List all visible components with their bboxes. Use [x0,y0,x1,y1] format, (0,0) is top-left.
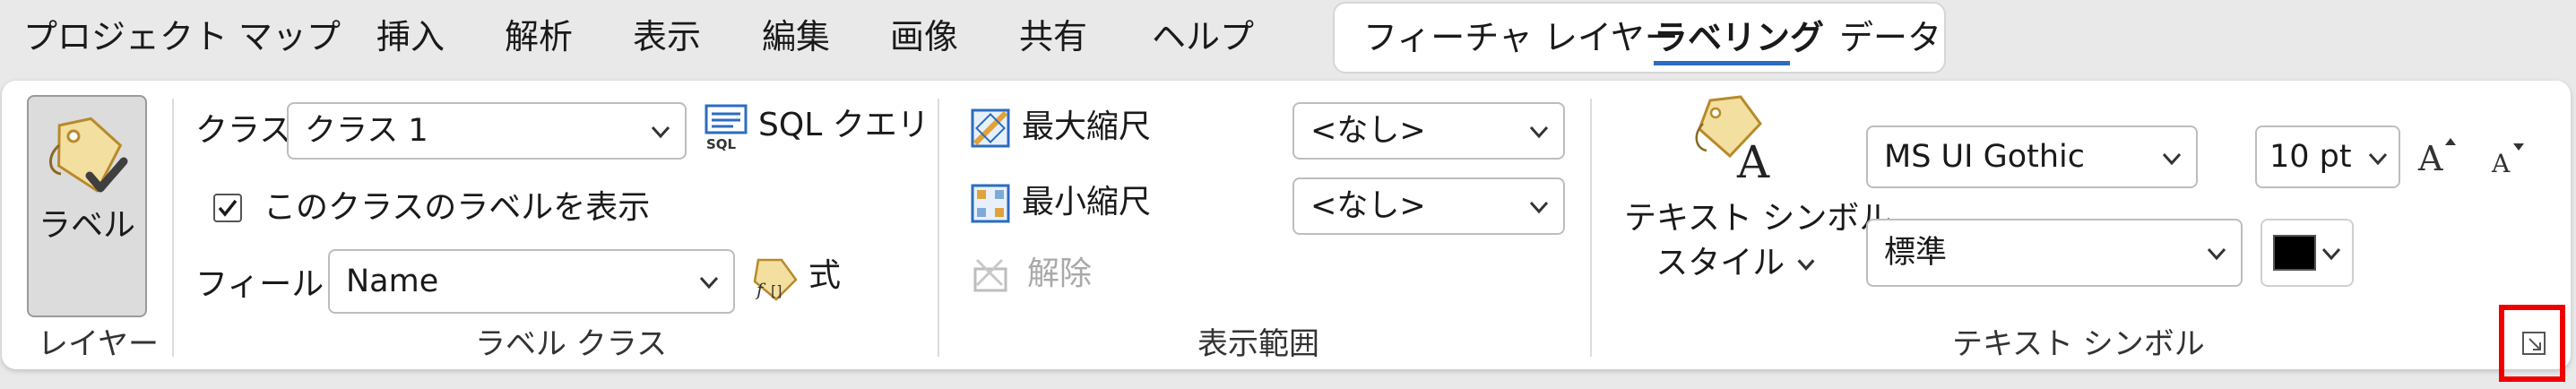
expression-text: 式 [808,257,842,294]
text-symbol-style-line2-wrap: スタイル [1624,242,1848,285]
text-symbol-style-line2: スタイル [1655,245,1785,281]
increase-font-size-icon[interactable]: A [2416,133,2459,176]
field-dropdown[interactable]: Name [328,249,735,314]
chevron-down-icon [2207,247,2226,261]
clear-range-icon [973,258,1007,292]
show-labels-checkbox[interactable] [213,194,242,222]
font-color-swatch [2273,235,2316,271]
min-scale-icon [971,184,1010,223]
chevron-down-icon [2368,152,2388,166]
clear-range-text: 解除 [1027,255,1093,292]
chevron-down-icon [1797,259,1815,272]
max-scale-value: <なし> [1310,113,1426,149]
group-label-layer: レイヤー [38,326,159,362]
max-scale-dropdown[interactable]: <なし> [1292,102,1565,160]
chevron-down-icon [2321,247,2341,261]
max-scale-icon [971,108,1010,148]
svg-text:A: A [2491,149,2511,177]
group-label-label-class: ラベル クラス [475,326,668,362]
show-labels-text: このクラスのラベルを表示 [264,189,651,226]
label-tag-icon [49,117,128,193]
svg-text:[]: [] [771,282,782,299]
chevron-down-icon [699,276,719,290]
tab-feature-layer[interactable]: フィーチャ レイヤー [1363,14,1679,61]
text-symbol-style-line1: テキスト シンボル [1624,200,1892,237]
chevron-down-icon [1529,201,1549,214]
font-style-value: 標準 [1884,235,1948,271]
menu-insert[interactable]: 挿入 [376,13,445,61]
class-dropdown-value: クラス 1 [305,113,428,149]
menu-bar: プロジェクト マップ 挿入 解析 表示 編集 画像 共有 ヘルプ フィーチャ レ… [0,0,2576,77]
max-scale-label: 最大縮尺 [1022,108,1152,145]
group-separator [938,99,939,357]
label-button-text: ラベル [38,207,135,244]
tab-labeling[interactable]: ラベリング [1654,14,1824,61]
font-size-dropdown[interactable]: 10 pt [2255,125,2400,188]
menu-project[interactable]: プロジェクト [23,13,228,61]
menu-map[interactable]: マップ [238,13,341,61]
font-family-value: MS UI Gothic [1884,139,2086,175]
font-color-picker[interactable] [2260,219,2354,287]
chevron-down-icon [651,125,670,139]
sql-query-text: SQL クエリ [758,107,929,143]
class-label: クラス [195,112,292,149]
checkmark-icon [218,199,238,217]
svg-text:A: A [1736,136,1770,183]
font-style-dropdown[interactable]: 標準 [1866,219,2243,287]
active-tab-indicator [1654,61,1790,65]
chevron-down-icon [1529,125,1549,139]
group-label-text-symbol: テキスト シンボル [1952,326,2205,362]
svg-text:SQL: SQL [706,136,737,151]
svg-text:A: A [2417,139,2443,176]
font-size-value: 10 pt [2269,139,2352,175]
clear-range-button[interactable]: 解除 [970,249,1113,303]
menu-view[interactable]: 表示 [633,13,701,61]
group-separator [1590,99,1592,357]
menu-imagery[interactable]: 画像 [890,13,958,61]
min-scale-label: 最小縮尺 [1022,184,1152,220]
menu-share[interactable]: 共有 [1019,13,1087,61]
tab-data[interactable]: データ [1839,14,1941,61]
chevron-down-icon [2162,152,2182,166]
sql-query-icon: SQL [705,104,748,151]
contextual-tab-group: フィーチャ レイヤー ラベリング データ [1333,2,1946,73]
class-dropdown[interactable]: クラス 1 [287,102,687,160]
ribbon-panel: ラベル レイヤー クラス クラス 1 SQL SQL クエリ このクラスのラベル… [2,81,2571,369]
min-scale-dropdown[interactable]: <なし> [1292,177,1565,235]
menu-edit[interactable]: 編集 [762,13,830,61]
highlight-frame [2499,305,2565,382]
text-symbol-icon: A [1695,95,1770,183]
expression-button[interactable]: f [] 式 [749,249,848,307]
sql-query-button[interactable]: SQL SQL クエリ [703,99,929,156]
field-dropdown-value: Name [346,264,439,299]
decrease-font-size-icon[interactable]: A [2488,138,2528,177]
label-toggle-button[interactable]: ラベル [27,95,147,317]
text-symbol-style-button[interactable]: A テキスト シンボル スタイル [1624,93,1892,299]
min-scale-value: <なし> [1310,188,1426,224]
menu-help[interactable]: ヘルプ [1152,13,1254,61]
group-separator [172,99,174,357]
group-label-visibility-range: 表示範囲 [1197,326,1319,362]
font-family-dropdown[interactable]: MS UI Gothic [1866,125,2198,188]
expression-icon: f [] [753,258,798,301]
menu-analysis[interactable]: 解析 [505,13,573,61]
